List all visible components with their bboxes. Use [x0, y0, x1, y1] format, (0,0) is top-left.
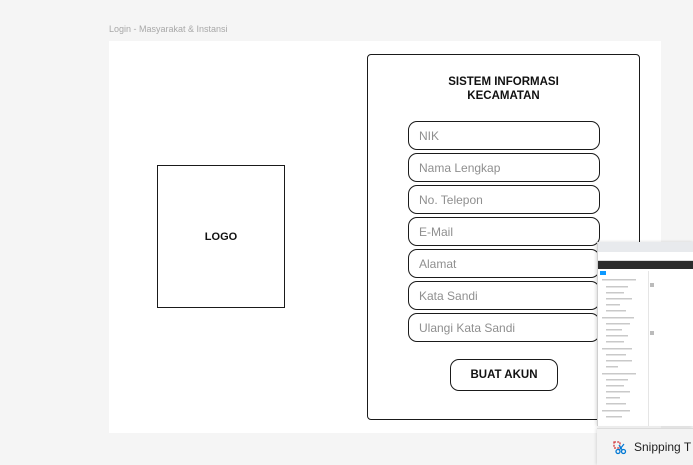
logo-placeholder: LOGO — [157, 165, 285, 308]
phone-field[interactable]: No. Telepon — [408, 185, 600, 214]
frame-label[interactable]: Login - Masyarakat & Instansi — [109, 24, 228, 34]
form-title: SISTEM INFORMASI KECAMATAN — [368, 75, 639, 103]
confirm-password-field[interactable]: Ulangi Kata Sandi — [408, 313, 600, 342]
address-field[interactable]: Alamat — [408, 249, 600, 278]
thumb-address-bar — [598, 252, 693, 261]
snipping-tool-label: Snipping T — [634, 440, 692, 454]
scissors-icon — [613, 440, 627, 454]
email-field[interactable]: E-Mail — [408, 217, 600, 246]
password-field[interactable]: Kata Sandi — [408, 281, 600, 310]
snipping-tool-notification[interactable]: Snipping T — [597, 428, 693, 465]
full-name-field[interactable]: Nama Lengkap — [408, 153, 600, 182]
logo-label: LOGO — [204, 230, 238, 243]
form-title-line-2: KECAMATAN — [467, 90, 540, 102]
thumb-layers-panel — [598, 269, 693, 426]
nik-field[interactable]: NIK — [408, 121, 600, 150]
form-title-line-1: SISTEM INFORMASI — [448, 76, 559, 88]
thumb-browser-tabs — [598, 242, 693, 252]
create-account-button[interactable]: BUAT AKUN — [450, 359, 558, 391]
snip-preview-thumbnail[interactable] — [597, 242, 693, 426]
